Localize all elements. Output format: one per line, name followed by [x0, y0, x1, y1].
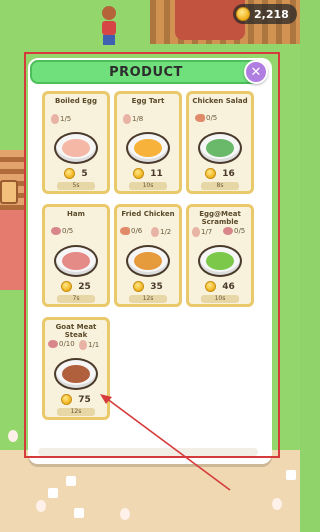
ingredient-requirement: 1/1: [79, 340, 99, 350]
sign-board: [0, 180, 18, 204]
panel-title: PRODUCT: [109, 64, 183, 80]
product-card[interactable]: Fried Chicken 0/6 1/2 35 12s: [114, 204, 182, 307]
ingredient-count: 0/5: [234, 227, 246, 235]
egg-icon: [151, 227, 159, 237]
product-card[interactable]: Boiled Egg 1/5 5 5s: [42, 91, 110, 194]
close-button[interactable]: ✕: [244, 60, 268, 84]
egg-icon: [192, 227, 200, 237]
product-name: Fried Chicken: [121, 210, 175, 218]
product-price: 35: [117, 281, 179, 292]
egg-decoration: [36, 500, 46, 512]
production-time: 7s: [57, 295, 95, 303]
egg-icon: [123, 114, 131, 124]
coin-icon: [205, 168, 217, 179]
panel-header: PRODUCT: [30, 60, 262, 84]
ingredient-count: 1/5: [60, 115, 72, 123]
egg-icon: [51, 114, 59, 124]
egg-decoration: [120, 508, 130, 520]
product-price: 16: [189, 168, 251, 179]
egg-meat-scramble-dish-icon: [198, 245, 242, 277]
coin-amount: 2,218: [254, 7, 289, 21]
production-time: 12s: [129, 295, 167, 303]
coin-icon: [64, 168, 76, 179]
coin-counter: 2,218: [233, 4, 297, 24]
product-card[interactable]: Egg@Meat Scramble 1/7 0/5 46 10s: [186, 204, 254, 307]
meat-icon: [223, 227, 233, 235]
product-price: 5: [45, 168, 107, 179]
ingredient-count: 1/1: [88, 341, 100, 349]
chicken-salad-dish-icon: [198, 132, 242, 164]
product-card[interactable]: Egg Tart 1/8 11 10s: [114, 91, 182, 194]
coin-icon: [61, 394, 73, 405]
price-value: 46: [222, 281, 235, 292]
boiled-egg-dish-icon: [54, 132, 98, 164]
ingredient-count: 1/7: [201, 228, 213, 236]
product-name: Egg Tart: [131, 97, 165, 105]
path-tile: [0, 210, 26, 290]
product-card[interactable]: Ham 0/5 25 7s: [42, 204, 110, 307]
egg-tart-dish-icon: [126, 132, 170, 164]
fried-chicken-dish-icon: [126, 245, 170, 277]
ingredient-requirement: 0/5: [223, 227, 245, 235]
price-value: 75: [78, 394, 91, 405]
production-time: 5s: [57, 182, 95, 190]
product-name: Egg@Meat Scramble: [199, 210, 241, 226]
ingredient-requirement: 0/10: [48, 340, 75, 348]
dice-decoration: [74, 508, 84, 518]
price-value: 25: [78, 281, 91, 292]
ingredient-count: 0/5: [62, 227, 74, 235]
ham-dish-icon: [54, 245, 98, 277]
drumstick-icon: [120, 227, 130, 235]
price-value: 16: [222, 168, 235, 179]
production-time: 10s: [201, 295, 239, 303]
coin-icon: [61, 281, 73, 292]
coin-icon: [236, 7, 250, 21]
price-value: 35: [150, 281, 163, 292]
dice-decoration: [48, 488, 58, 498]
ingredient-requirement: 1/7: [192, 227, 212, 237]
ingredient-count: 0/10: [59, 340, 75, 348]
meat-icon: [48, 340, 58, 348]
ingredient-requirement: 1/5: [51, 114, 71, 124]
panel-footer-strip: [38, 448, 258, 456]
price-value: 5: [81, 168, 88, 179]
product-card[interactable]: Chicken Salad 0/5 16 8s: [186, 91, 254, 194]
egg-decoration: [272, 498, 282, 510]
product-card[interactable]: Goat Meat Steak 0/10 1/1 75 12s: [42, 317, 110, 420]
ingredient-requirement: 0/5: [195, 114, 217, 122]
close-icon: ✕: [250, 64, 262, 80]
ingredient-count: 1/2: [160, 228, 172, 236]
product-price: 11: [117, 168, 179, 179]
ingredient-requirement: 1/8: [123, 114, 143, 124]
coin-icon: [205, 281, 217, 292]
ingredient-requirement: 0/5: [51, 227, 73, 235]
price-value: 11: [150, 168, 163, 179]
coin-icon: [133, 281, 145, 292]
product-price: 46: [189, 281, 251, 292]
ingredient-count: 0/6: [131, 227, 143, 235]
production-time: 8s: [201, 182, 239, 190]
production-time: 12s: [57, 408, 95, 416]
meat-icon: [51, 227, 61, 235]
egg-decoration: [8, 430, 18, 442]
production-time: 10s: [129, 182, 167, 190]
dice-decoration: [286, 470, 296, 480]
product-name: Boiled Egg: [55, 97, 97, 105]
product-price: 25: [45, 281, 107, 292]
egg-icon: [79, 340, 87, 350]
drumstick-icon: [195, 114, 205, 122]
coin-icon: [133, 168, 145, 179]
ingredient-count: 1/8: [132, 115, 144, 123]
product-name: Chicken Salad: [192, 97, 248, 105]
product-name: Goat Meat Steak: [55, 323, 97, 339]
ingredient-requirement: 0/6: [120, 227, 142, 235]
goat-meat-steak-dish-icon: [54, 358, 98, 390]
product-name: Ham: [67, 210, 85, 218]
dice-decoration: [66, 476, 76, 486]
player-character: [101, 6, 117, 46]
ingredient-requirement: 1/2: [151, 227, 171, 237]
product-price: 75: [45, 394, 107, 405]
ingredient-count: 0/5: [206, 114, 218, 122]
